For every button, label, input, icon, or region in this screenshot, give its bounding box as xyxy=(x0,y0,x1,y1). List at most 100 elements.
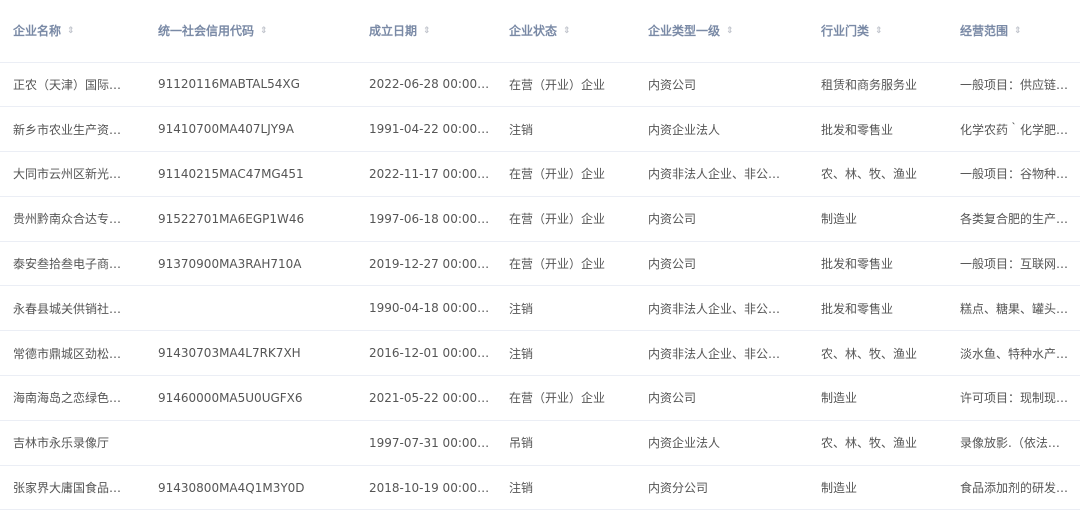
table-row[interactable]: 张家界大庸国食品… 91430800MA4Q1M3Y0D 2018-10-19 … xyxy=(0,465,1080,511)
cell-status: 吊销 xyxy=(496,420,635,466)
table-header-row: 企业名称 ⇕ 统一社会信用代码 ⇕ 成立日期 ⇕ 企业状态 ⇕ 企业类型一级 ⇕ 行业门类… xyxy=(0,0,1080,63)
table-row[interactable]: 泰安叁拾叁电子商… 91370900MA3RAH710A 2019-12-27 … xyxy=(0,241,1080,287)
column-header-label: 成立日期 xyxy=(369,24,418,39)
cell-company-type: 内资分公司 xyxy=(635,465,808,511)
cell-credit-code: 91120116MABTAL54XG xyxy=(145,62,356,108)
cell-business-scope: 各类复合肥的生产… xyxy=(947,196,1080,242)
table-row[interactable]: 常德市鼎城区劲松… 91430703MA4L7RK7XH 2016-12-01 … xyxy=(0,330,1080,377)
cell-business-scope: 淡水鱼、特种水产… xyxy=(947,330,1080,377)
table-row[interactable]: 大同市云州区新光… 91140215MAC47MG451 2022-11-17 … xyxy=(0,151,1080,197)
cell-business-scope: 糕点、糖果、罐头… xyxy=(947,285,1080,332)
column-header-company-name[interactable]: 企业名称 ⇕ xyxy=(0,0,145,63)
cell-established-date: 1991-04-22 00:00… xyxy=(356,106,496,153)
cell-business-scope: 食品添加剂的研发… xyxy=(947,465,1080,511)
cell-industry: 农、林、牧、渔业 xyxy=(808,330,947,377)
cell-industry: 制造业 xyxy=(808,465,947,511)
cell-company-type: 内资企业法人 xyxy=(635,420,808,466)
cell-established-date: 2022-11-17 00:00… xyxy=(356,151,496,197)
cell-credit-code: 91370900MA3RAH710A xyxy=(145,241,356,287)
cell-industry: 制造业 xyxy=(808,196,947,242)
cell-company-name: 常德市鼎城区劲松… xyxy=(0,330,145,377)
column-header-credit-code[interactable]: 统一社会信用代码 ⇕ xyxy=(145,0,356,63)
cell-company-type: 内资公司 xyxy=(635,241,808,287)
cell-credit-code: 91140215MAC47MG451 xyxy=(145,151,356,197)
cell-business-scope: 一般项目：谷物种… xyxy=(947,151,1080,197)
table-row[interactable]: 新乡市农业生产资… 91410700MA407LJY9A 1991-04-22 … xyxy=(0,106,1080,153)
cell-established-date: 1997-07-31 00:00… xyxy=(356,420,496,466)
cell-status: 注销 xyxy=(496,465,635,511)
cell-business-scope: 一般项目：互联网… xyxy=(947,241,1080,287)
cell-business-scope: 录像放影.（依法… xyxy=(947,420,1080,466)
cell-established-date: 1997-06-18 00:00… xyxy=(356,196,496,242)
column-header-label: 企业状态 xyxy=(509,24,558,39)
table-row[interactable]: 吉林市永乐录像厅 1997-07-31 00:00… 吊销 内资企业法人 农、林… xyxy=(0,420,1080,466)
cell-established-date: 2019-12-27 00:00… xyxy=(356,241,496,287)
cell-industry: 制造业 xyxy=(808,375,947,421)
cell-company-name: 大同市云州区新光… xyxy=(0,151,145,197)
cell-company-type: 内资企业法人 xyxy=(635,106,808,153)
column-header-company-type[interactable]: 企业类型一级 ⇕ xyxy=(635,0,808,63)
cell-company-name: 吉林市永乐录像厅 xyxy=(0,420,145,466)
sort-icon[interactable]: ⇕ xyxy=(260,27,268,36)
cell-company-type: 内资公司 xyxy=(635,196,808,242)
cell-industry: 批发和零售业 xyxy=(808,285,947,332)
cell-established-date: 2021-05-22 00:00… xyxy=(356,375,496,421)
column-header-established-date[interactable]: 成立日期 ⇕ xyxy=(356,0,496,63)
cell-business-scope: 化学农药｀化学肥… xyxy=(947,106,1080,153)
table-row[interactable]: 贵州黔南众合达专… 91522701MA6EGP1W46 1997-06-18 … xyxy=(0,196,1080,242)
cell-company-type: 内资非法人企业、非公… xyxy=(635,330,808,377)
column-header-status[interactable]: 企业状态 ⇕ xyxy=(496,0,635,63)
sort-icon[interactable]: ⇕ xyxy=(875,27,883,36)
cell-industry: 租赁和商务服务业 xyxy=(808,62,947,108)
cell-status: 注销 xyxy=(496,285,635,332)
column-header-label: 企业类型一级 xyxy=(648,24,721,39)
cell-industry: 农、林、牧、渔业 xyxy=(808,420,947,466)
cell-company-type: 内资公司 xyxy=(635,375,808,421)
cell-credit-code: 91410700MA407LJY9A xyxy=(145,106,356,153)
cell-status: 注销 xyxy=(496,106,635,153)
cell-company-name: 泰安叁拾叁电子商… xyxy=(0,241,145,287)
enterprise-table: 企业名称 ⇕ 统一社会信用代码 ⇕ 成立日期 ⇕ 企业状态 ⇕ 企业类型一级 ⇕ 行业门类… xyxy=(0,0,1080,511)
enterprise-table-container: 企业名称 ⇕ 统一社会信用代码 ⇕ 成立日期 ⇕ 企业状态 ⇕ 企业类型一级 ⇕ 行业门类… xyxy=(0,0,1080,517)
cell-company-type: 内资公司 xyxy=(635,62,808,108)
cell-industry: 批发和零售业 xyxy=(808,241,947,287)
cell-established-date: 1990-04-18 00:00… xyxy=(356,285,496,332)
cell-company-type: 内资非法人企业、非公… xyxy=(635,151,808,197)
sort-icon[interactable]: ⇕ xyxy=(1014,27,1022,36)
column-header-label: 经营范围 xyxy=(960,24,1009,39)
cell-established-date: 2018-10-19 00:00… xyxy=(356,465,496,511)
cell-status: 在营（开业）企业 xyxy=(496,241,635,287)
cell-status: 在营（开业）企业 xyxy=(496,375,635,421)
cell-company-name: 贵州黔南众合达专… xyxy=(0,196,145,242)
cell-status: 在营（开业）企业 xyxy=(496,62,635,108)
sort-icon[interactable]: ⇕ xyxy=(67,27,75,36)
cell-established-date: 2016-12-01 00:00… xyxy=(356,330,496,377)
cell-credit-code: 91522701MA6EGP1W46 xyxy=(145,196,356,242)
cell-company-name: 海南海岛之恋绿色… xyxy=(0,375,145,421)
table-row[interactable]: 正农（天津）国际… 91120116MABTAL54XG 2022-06-28 … xyxy=(0,62,1080,108)
column-header-label: 企业名称 xyxy=(13,24,62,39)
cell-credit-code: 91460000MA5U0UGFX6 xyxy=(145,375,356,421)
sort-icon[interactable]: ⇕ xyxy=(726,27,734,36)
cell-credit-code xyxy=(145,420,356,466)
table-row[interactable]: 永春县城关供销社… 1990-04-18 00:00… 注销 内资非法人企业、非… xyxy=(0,285,1080,332)
sort-icon[interactable]: ⇕ xyxy=(563,27,571,36)
sort-icon[interactable]: ⇕ xyxy=(423,27,431,36)
column-header-business-scope[interactable]: 经营范围 ⇕ xyxy=(947,0,1080,63)
cell-status: 在营（开业）企业 xyxy=(496,151,635,197)
cell-business-scope: 许可项目：现制现… xyxy=(947,375,1080,421)
column-header-label: 统一社会信用代码 xyxy=(158,24,255,39)
cell-company-name: 张家界大庸国食品… xyxy=(0,465,145,511)
cell-company-type: 内资非法人企业、非公… xyxy=(635,285,808,332)
cell-company-name: 永春县城关供销社… xyxy=(0,285,145,332)
column-header-label: 行业门类 xyxy=(821,24,870,39)
cell-credit-code xyxy=(145,285,356,332)
cell-credit-code: 91430800MA4Q1M3Y0D xyxy=(145,465,356,511)
column-header-industry[interactable]: 行业门类 ⇕ xyxy=(808,0,947,63)
table-row[interactable]: 海南海岛之恋绿色… 91460000MA5U0UGFX6 2021-05-22 … xyxy=(0,375,1080,421)
cell-company-name: 新乡市农业生产资… xyxy=(0,106,145,153)
cell-industry: 农、林、牧、渔业 xyxy=(808,151,947,197)
cell-status: 注销 xyxy=(496,330,635,377)
cell-industry: 批发和零售业 xyxy=(808,106,947,153)
cell-established-date: 2022-06-28 00:00… xyxy=(356,62,496,108)
